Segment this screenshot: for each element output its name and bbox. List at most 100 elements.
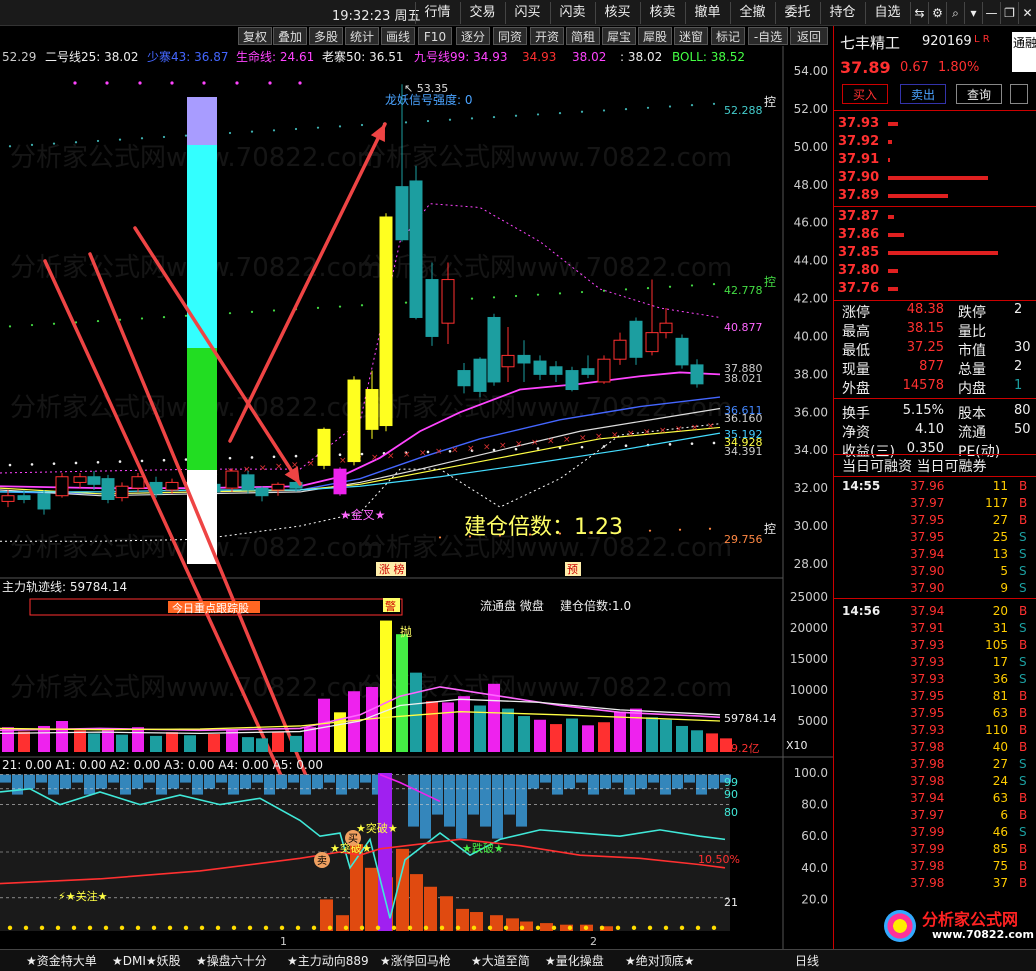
osc-bar <box>410 874 423 931</box>
top-button-8[interactable]: 委托 <box>775 2 819 24</box>
stat-value: 5.15% <box>902 403 944 418</box>
ask-bar <box>888 158 890 162</box>
menu-item-7[interactable]: 同资 <box>493 27 527 45</box>
price-tick: 46.00 <box>794 216 828 230</box>
indicator-tab-7[interactable]: ★绝对顶底★ <box>625 952 695 970</box>
period-selector[interactable]: 日线 <box>795 952 819 970</box>
tick-volume: 11 <box>992 479 1008 493</box>
menu-item-9[interactable]: 简租 <box>566 27 600 45</box>
tracking-banner: 今日重点跟踪股 <box>172 601 249 615</box>
osc-tick: 20.0 <box>801 892 828 906</box>
candle <box>241 474 255 491</box>
stat-label: 股本 <box>958 406 986 422</box>
gear-icon[interactable]: ⚙ <box>928 2 946 24</box>
volume-bar <box>582 725 594 752</box>
svg-text:×: × <box>387 452 395 462</box>
menu-item-4[interactable]: 画线 <box>381 27 415 45</box>
tick-price: 37.98 <box>910 859 945 873</box>
stock-code: 920169 <box>922 34 972 49</box>
menu-item-10[interactable]: 犀宝 <box>602 27 636 45</box>
indicator-tab-5[interactable]: ★大道至简 <box>471 952 530 970</box>
menu-item-8[interactable]: 开资 <box>530 27 564 45</box>
bid-price: 37.80 <box>838 263 880 278</box>
sell-badge: 卖 <box>317 855 327 867</box>
volume-tick: 10000 <box>790 683 828 697</box>
menu-item-0[interactable]: 复权 <box>238 27 272 45</box>
svg-text:×: × <box>259 464 267 474</box>
top-button-6[interactable]: 撤单 <box>685 2 729 24</box>
menu-item-14[interactable]: -自选 <box>748 27 788 45</box>
menu-item-5[interactable]: F10 <box>418 27 452 45</box>
indicator-tab-6[interactable]: ★量化操盘 <box>545 952 604 970</box>
tick-volume: 24 <box>992 774 1008 788</box>
stat-label: 跌停 <box>958 305 986 321</box>
top-toolbar: 19:32:23 周五 行情 交易 闪买 闪卖 核买 核卖 撤单 全撤 委托 持仓 自选 ⇆ ⚙ ⌕ ▾ — ❐… <box>0 0 1036 26</box>
level-label: 42.778 <box>724 284 763 297</box>
tick-volume: 31 <box>992 621 1008 635</box>
menu-item-13[interactable]: 标记 <box>711 27 745 45</box>
volume-bar <box>426 701 438 752</box>
menu-item-11[interactable]: 犀股 <box>638 27 672 45</box>
tick-side: B <box>1019 638 1028 652</box>
swap-icon[interactable]: ⇆ <box>910 2 928 24</box>
menu-item-2[interactable]: 多股 <box>309 27 343 45</box>
tick-price: 37.94 <box>910 791 945 805</box>
menu-item-3[interactable]: 统计 <box>345 27 379 45</box>
search-icon[interactable]: ⌕ <box>946 2 964 24</box>
chevron-down-icon[interactable]: ▾ <box>964 2 982 24</box>
indicator-tab-1[interactable]: ★DMI★妖股 <box>112 952 181 970</box>
menu-item-6[interactable]: 逐分 <box>456 27 490 45</box>
stat-label: 涨停 <box>842 305 870 321</box>
menu-item-12[interactable]: 迷窗 <box>674 27 708 45</box>
menu-item-1[interactable]: 叠加 <box>273 27 307 45</box>
stat-value: 2 <box>1014 359 1023 374</box>
osc-bar <box>506 918 519 931</box>
ask-bar <box>888 194 948 198</box>
tick-side: S <box>1019 564 1027 578</box>
tick-price: 37.90 <box>910 564 945 578</box>
tick-price: 37.94 <box>910 604 945 618</box>
tick-volume: 117 <box>985 496 1008 510</box>
menu-item-15[interactable]: 返回 <box>790 27 828 45</box>
volume-bar <box>226 730 238 752</box>
top-button-5[interactable]: 核卖 <box>640 2 684 24</box>
volume-bar <box>502 708 514 752</box>
top-button-10[interactable]: 自选 <box>865 2 909 24</box>
ask-price: 37.93 <box>838 116 880 131</box>
tick-price: 37.99 <box>910 825 945 839</box>
top-button-1[interactable]: 交易 <box>460 2 504 24</box>
top-button-7[interactable]: 全撤 <box>730 2 774 24</box>
ask-price: 37.91 <box>838 152 880 167</box>
sell-button[interactable]: 卖出 <box>900 84 946 104</box>
kline-chart[interactable]: 分析家公式网www.70822.com分析家公式网www.70822.com分析… <box>0 46 833 949</box>
indicator-tab-3[interactable]: ★主力动向889 <box>287 952 369 970</box>
top-button-2[interactable]: 闪买 <box>505 2 549 24</box>
more-button[interactable] <box>1010 84 1028 104</box>
top-button-9[interactable]: 持仓 <box>820 2 864 24</box>
query-button[interactable]: 查询 <box>956 84 1002 104</box>
volume-bar <box>676 725 688 752</box>
volume-bar <box>458 696 470 752</box>
stat-label: 外盘 <box>842 381 870 397</box>
restore-icon[interactable]: ❐ <box>1000 2 1018 24</box>
svg-text:×: × <box>659 426 667 436</box>
volume-bar <box>242 737 254 752</box>
top-button-0[interactable]: 行情 <box>415 2 459 24</box>
indicator-tab-2[interactable]: ★操盘六十分 <box>196 952 267 970</box>
logo-url: www.70822.com <box>932 928 1034 941</box>
tick-price: 37.91 <box>910 621 945 635</box>
indicator-tab-4[interactable]: ★涨停回马枪 <box>380 952 451 970</box>
tick-side: B <box>1019 706 1028 720</box>
indicator-tab-0[interactable]: ★资金特大单 <box>26 952 97 970</box>
chart-panel[interactable]: 分析家公式网www.70822.com 分析家公式网www.70822.com 分析… <box>0 46 833 949</box>
indicator-label: 九号线99: 34.93 <box>414 50 507 64</box>
buy-button[interactable]: 买入 <box>842 84 888 104</box>
top-button-4[interactable]: 核买 <box>595 2 639 24</box>
close-icon[interactable]: ✕ <box>1018 2 1036 24</box>
minimize-icon[interactable]: — <box>982 2 1000 24</box>
level-label: 29.756 <box>724 533 763 546</box>
svg-text:×: × <box>611 431 619 441</box>
top-button-3[interactable]: 闪卖 <box>550 2 594 24</box>
stat-label: 量比 <box>958 324 986 340</box>
volume-scale: X10 <box>786 739 808 752</box>
